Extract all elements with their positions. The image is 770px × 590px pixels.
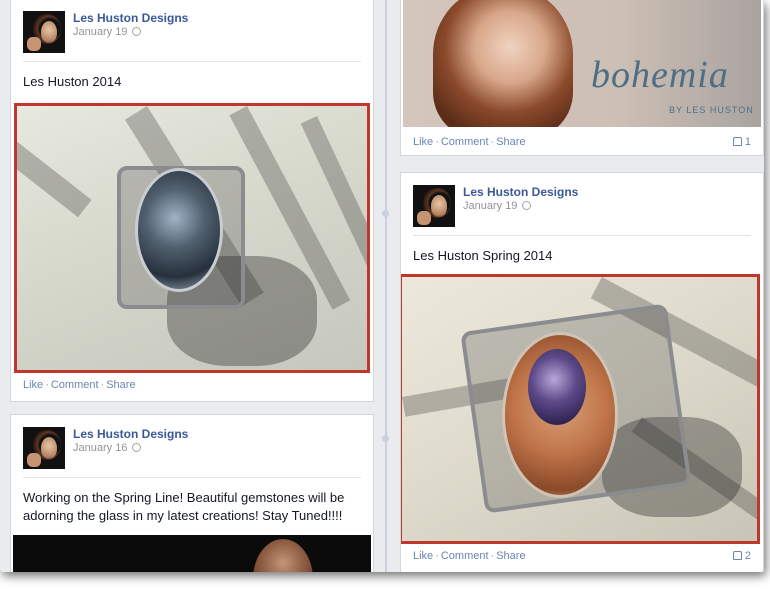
like-count-value: 2 bbox=[744, 550, 751, 562]
like-count[interactable]: 1 bbox=[732, 136, 751, 148]
post-date[interactable]: January 16 bbox=[73, 442, 142, 454]
author-avatar[interactable] bbox=[413, 185, 455, 227]
post-date-text[interactable]: January 16 bbox=[73, 442, 127, 454]
post-photo[interactable] bbox=[401, 274, 760, 544]
post-date-text[interactable]: January 19 bbox=[73, 26, 127, 38]
divider bbox=[23, 477, 361, 478]
photo-cuff-amber-stone bbox=[402, 277, 757, 541]
photo-cuff-blue-stone bbox=[17, 106, 367, 370]
post-les-huston-2014: Les Huston Designs January 19 Les Huston… bbox=[10, 0, 374, 402]
action-separator: · bbox=[45, 379, 49, 391]
post-les-huston-spring-2014: Les Huston Designs January 19 Les Huston… bbox=[400, 172, 764, 572]
timeline-dot bbox=[382, 435, 389, 442]
post-photo[interactable] bbox=[14, 103, 370, 373]
author-avatar[interactable] bbox=[23, 427, 65, 469]
post-text: Working on the Spring Line! Beautiful ge… bbox=[23, 490, 345, 523]
comment-link[interactable]: Comment bbox=[51, 379, 99, 391]
timeline-spine bbox=[385, 0, 387, 572]
divider bbox=[413, 235, 751, 236]
post-photo[interactable]: bohemia BY LES HUSTON bbox=[403, 0, 761, 127]
share-link[interactable]: Share bbox=[496, 136, 525, 148]
post-actions: Like · Comment · Share bbox=[413, 136, 526, 148]
post-photo[interactable] bbox=[13, 535, 371, 572]
action-separator: · bbox=[435, 550, 439, 562]
like-count-value: 1 bbox=[744, 136, 751, 148]
like-link[interactable]: Like bbox=[23, 379, 43, 391]
bohemia-logo: bohemia bbox=[591, 54, 729, 96]
globe-icon bbox=[132, 443, 142, 452]
thumbs-up-icon bbox=[732, 137, 742, 146]
post-actions: Like · Comment · Share bbox=[23, 379, 136, 391]
like-link[interactable]: Like bbox=[413, 550, 433, 562]
comment-link[interactable]: Comment bbox=[441, 136, 489, 148]
post-date-text[interactable]: January 19 bbox=[463, 200, 517, 212]
post-date[interactable]: January 19 bbox=[463, 200, 532, 212]
like-link[interactable]: Like bbox=[413, 136, 433, 148]
action-separator: · bbox=[435, 136, 439, 148]
post-spring-line: Les Huston Designs January 16 Working on… bbox=[10, 414, 374, 572]
globe-icon bbox=[522, 201, 532, 210]
photo-bohemia-model: bohemia BY LES HUSTON bbox=[403, 0, 761, 127]
author-name-link[interactable]: Les Huston Designs bbox=[463, 185, 578, 199]
author-name-link[interactable]: Les Huston Designs bbox=[73, 427, 188, 441]
post-bohemia: bohemia BY LES HUSTON Like · Comment · Share… bbox=[400, 0, 764, 156]
post-date[interactable]: January 19 bbox=[73, 26, 142, 38]
share-link[interactable]: Share bbox=[496, 550, 525, 562]
comment-link[interactable]: Comment bbox=[441, 550, 489, 562]
timeline-dot bbox=[382, 210, 389, 217]
share-link[interactable]: Share bbox=[106, 379, 135, 391]
post-text: Les Huston 2014 bbox=[23, 74, 122, 89]
author-name-link[interactable]: Les Huston Designs bbox=[73, 11, 188, 25]
thumbs-up-icon bbox=[732, 551, 742, 560]
timeline: Les Huston Designs January 19 Les Huston… bbox=[0, 0, 764, 572]
bohemia-logo-sub: BY LES HUSTON bbox=[669, 105, 754, 115]
globe-icon bbox=[132, 27, 142, 36]
author-avatar[interactable] bbox=[23, 11, 65, 53]
divider bbox=[23, 61, 361, 62]
post-text: Les Huston Spring 2014 bbox=[413, 248, 553, 263]
post-actions: Like · Comment · Share bbox=[413, 550, 526, 562]
like-count[interactable]: 2 bbox=[732, 550, 751, 562]
